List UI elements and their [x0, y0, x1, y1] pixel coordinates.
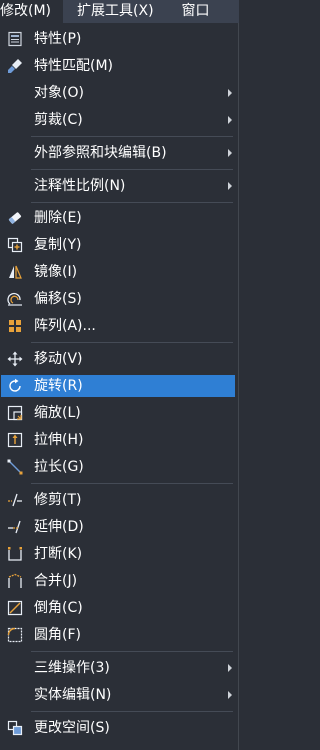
- menu-item-label: 注释性比例(N): [34, 178, 126, 194]
- submenu-arrow-icon: [228, 182, 232, 190]
- copy-icon: [7, 237, 23, 253]
- menu-separator: [31, 651, 233, 652]
- menu-item-3d-operations[interactable]: 三维操作(3): [1, 657, 235, 679]
- menu-item-array[interactable]: 阵列(A)...: [1, 315, 235, 337]
- menubar-item-window[interactable]: 窗口: [154, 0, 210, 23]
- menu-item-offset[interactable]: 偏移(S): [1, 288, 235, 310]
- stretch-icon: [7, 432, 23, 448]
- menu-item-label: 延伸(D): [34, 519, 84, 535]
- modify-dropdown-menu: 特性(P) 特性匹配(M) 对象(O) 剪裁(C) 外部参照和块编辑(B) 注释…: [0, 23, 239, 750]
- menubar-item-extended-tools[interactable]: 扩展工具(X): [63, 0, 154, 23]
- submenu-arrow-icon: [228, 691, 232, 699]
- menu-separator: [31, 342, 233, 343]
- fillet-icon: [7, 627, 23, 643]
- menu-item-label: 旋转(R): [34, 378, 83, 394]
- menu-item-label: 复制(Y): [34, 237, 82, 253]
- submenu-arrow-icon: [228, 664, 232, 672]
- extend-icon: [7, 519, 23, 535]
- array-icon: [7, 318, 23, 334]
- menubar-item-modify[interactable]: 修改(M): [0, 0, 64, 23]
- menu-separator: [31, 202, 233, 203]
- menu-item-match-properties[interactable]: 特性匹配(M): [1, 55, 235, 77]
- menu-item-clip[interactable]: 剪裁(C): [1, 109, 235, 131]
- menu-item-label: 对象(O): [34, 85, 84, 101]
- join-icon: [7, 573, 23, 589]
- menu-item-join[interactable]: 合并(J): [1, 570, 235, 592]
- menu-item-label: 打断(K): [34, 546, 83, 562]
- menu-item-label: 外部参照和块编辑(B): [34, 145, 167, 161]
- menu-item-erase[interactable]: 删除(E): [1, 207, 235, 229]
- offset-icon: [7, 291, 23, 307]
- menu-item-change-space[interactable]: 更改空间(S): [1, 717, 235, 739]
- menu-item-label: 删除(E): [34, 210, 82, 226]
- menu-item-solid-editing[interactable]: 实体编辑(N): [1, 684, 235, 706]
- trim-icon: [7, 492, 23, 508]
- menu-item-label: 实体编辑(N): [34, 687, 112, 703]
- menu-item-label: 镜像(I): [34, 264, 78, 280]
- submenu-arrow-icon: [228, 89, 232, 97]
- submenu-arrow-icon: [228, 149, 232, 157]
- break-icon: [7, 546, 23, 562]
- erase-icon: [7, 210, 23, 226]
- lengthen-icon: [7, 459, 23, 475]
- menu-item-label: 特性匹配(M): [34, 58, 114, 74]
- menu-item-label: 拉伸(H): [34, 432, 84, 448]
- menu-item-label: 三维操作(3): [34, 660, 110, 676]
- menu-item-label: 圆角(F): [34, 627, 81, 643]
- menu-item-label: 合并(J): [34, 573, 78, 589]
- match-properties-brush-icon: [7, 58, 23, 74]
- menu-item-extend[interactable]: 延伸(D): [1, 516, 235, 538]
- menu-item-label: 修剪(T): [34, 492, 82, 508]
- change-space-icon: [7, 720, 23, 736]
- menu-separator: [31, 169, 233, 170]
- menu-item-label: 倒角(C): [34, 600, 83, 616]
- menu-item-properties[interactable]: 特性(P): [1, 28, 235, 50]
- menu-item-chamfer[interactable]: 倒角(C): [1, 597, 235, 619]
- menubar: 修改(M) 扩展工具(X) 窗口: [0, 0, 239, 23]
- menu-item-label: 阵列(A)...: [34, 318, 96, 334]
- menu-item-label: 缩放(L): [34, 405, 81, 421]
- menu-item-scale[interactable]: 缩放(L): [1, 402, 235, 424]
- menu-item-label: 特性(P): [34, 31, 82, 47]
- properties-icon: [7, 31, 23, 47]
- menu-item-label: 偏移(S): [34, 291, 82, 307]
- menu-item-break[interactable]: 打断(K): [1, 543, 235, 565]
- menu-item-trim[interactable]: 修剪(T): [1, 489, 235, 511]
- menu-item-label: 拉长(G): [34, 459, 84, 475]
- menu-item-annotation-scale[interactable]: 注释性比例(N): [1, 175, 235, 197]
- menu-separator: [31, 483, 233, 484]
- rotate-icon: [7, 378, 23, 394]
- menu-item-rotate[interactable]: 旋转(R): [1, 375, 235, 397]
- menu-item-copy[interactable]: 复制(Y): [1, 234, 235, 256]
- menu-item-label: 剪裁(C): [34, 112, 83, 128]
- menu-item-lengthen[interactable]: 拉长(G): [1, 456, 235, 478]
- menu-item-mirror[interactable]: 镜像(I): [1, 261, 235, 283]
- menu-separator: [31, 136, 233, 137]
- chamfer-icon: [7, 600, 23, 616]
- menu-item-label: 更改空间(S): [34, 720, 110, 736]
- move-icon: [7, 351, 23, 367]
- menu-item-move[interactable]: 移动(V): [1, 348, 235, 370]
- submenu-arrow-icon: [228, 116, 232, 124]
- menu-item-xref-block-edit[interactable]: 外部参照和块编辑(B): [1, 142, 235, 164]
- menu-item-object[interactable]: 对象(O): [1, 82, 235, 104]
- menu-separator: [31, 711, 233, 712]
- menu-item-fillet[interactable]: 圆角(F): [1, 624, 235, 646]
- scale-icon: [7, 405, 23, 421]
- menu-item-label: 移动(V): [34, 351, 83, 367]
- menu-item-stretch[interactable]: 拉伸(H): [1, 429, 235, 451]
- mirror-icon: [7, 264, 23, 280]
